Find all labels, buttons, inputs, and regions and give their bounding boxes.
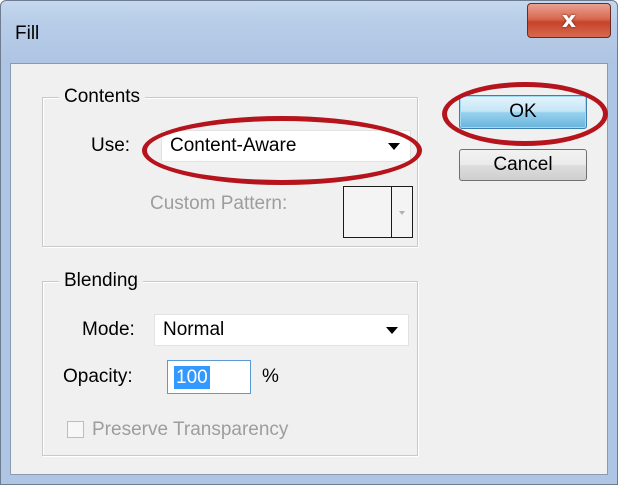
opacity-unit: %: [262, 366, 279, 387]
blending-group-title: Blending: [59, 270, 143, 292]
preserve-transparency-label: Preserve Transparency: [92, 419, 289, 440]
dialog-body: Contents Use: Content-Aware Custom Patte…: [10, 63, 608, 475]
close-button[interactable]: x: [527, 3, 611, 38]
close-icon: x: [561, 7, 577, 33]
custom-pattern-picker: [343, 186, 413, 238]
title-bar[interactable]: Fill x: [1, 1, 617, 63]
mode-dropdown[interactable]: Normal: [154, 314, 409, 346]
mode-label: Mode:: [82, 319, 135, 340]
pattern-divider: [391, 187, 392, 237]
ok-button[interactable]: OK: [459, 95, 587, 129]
dialog-title: Fill: [15, 23, 40, 44]
fill-dialog: Fill x Contents Use: Content-Aware Custo…: [0, 0, 618, 485]
chevron-down-icon: [399, 211, 405, 215]
contents-group-title: Contents: [59, 86, 146, 108]
use-dropdown[interactable]: Content-Aware: [161, 130, 411, 162]
ok-button-label: OK: [509, 101, 537, 122]
mode-dropdown-value: Normal: [163, 319, 225, 340]
preserve-transparency-checkbox[interactable]: [67, 421, 84, 438]
use-dropdown-value: Content-Aware: [170, 135, 297, 156]
opacity-label: Opacity:: [63, 366, 133, 387]
opacity-input[interactable]: 100: [167, 360, 251, 394]
cancel-button[interactable]: Cancel: [459, 149, 587, 181]
chevron-down-icon: [386, 327, 398, 334]
custom-pattern-label: Custom Pattern:: [150, 193, 288, 214]
chevron-down-icon: [388, 143, 400, 150]
cancel-button-label: Cancel: [493, 154, 553, 175]
opacity-value: 100: [174, 366, 210, 389]
use-label: Use:: [91, 135, 131, 156]
